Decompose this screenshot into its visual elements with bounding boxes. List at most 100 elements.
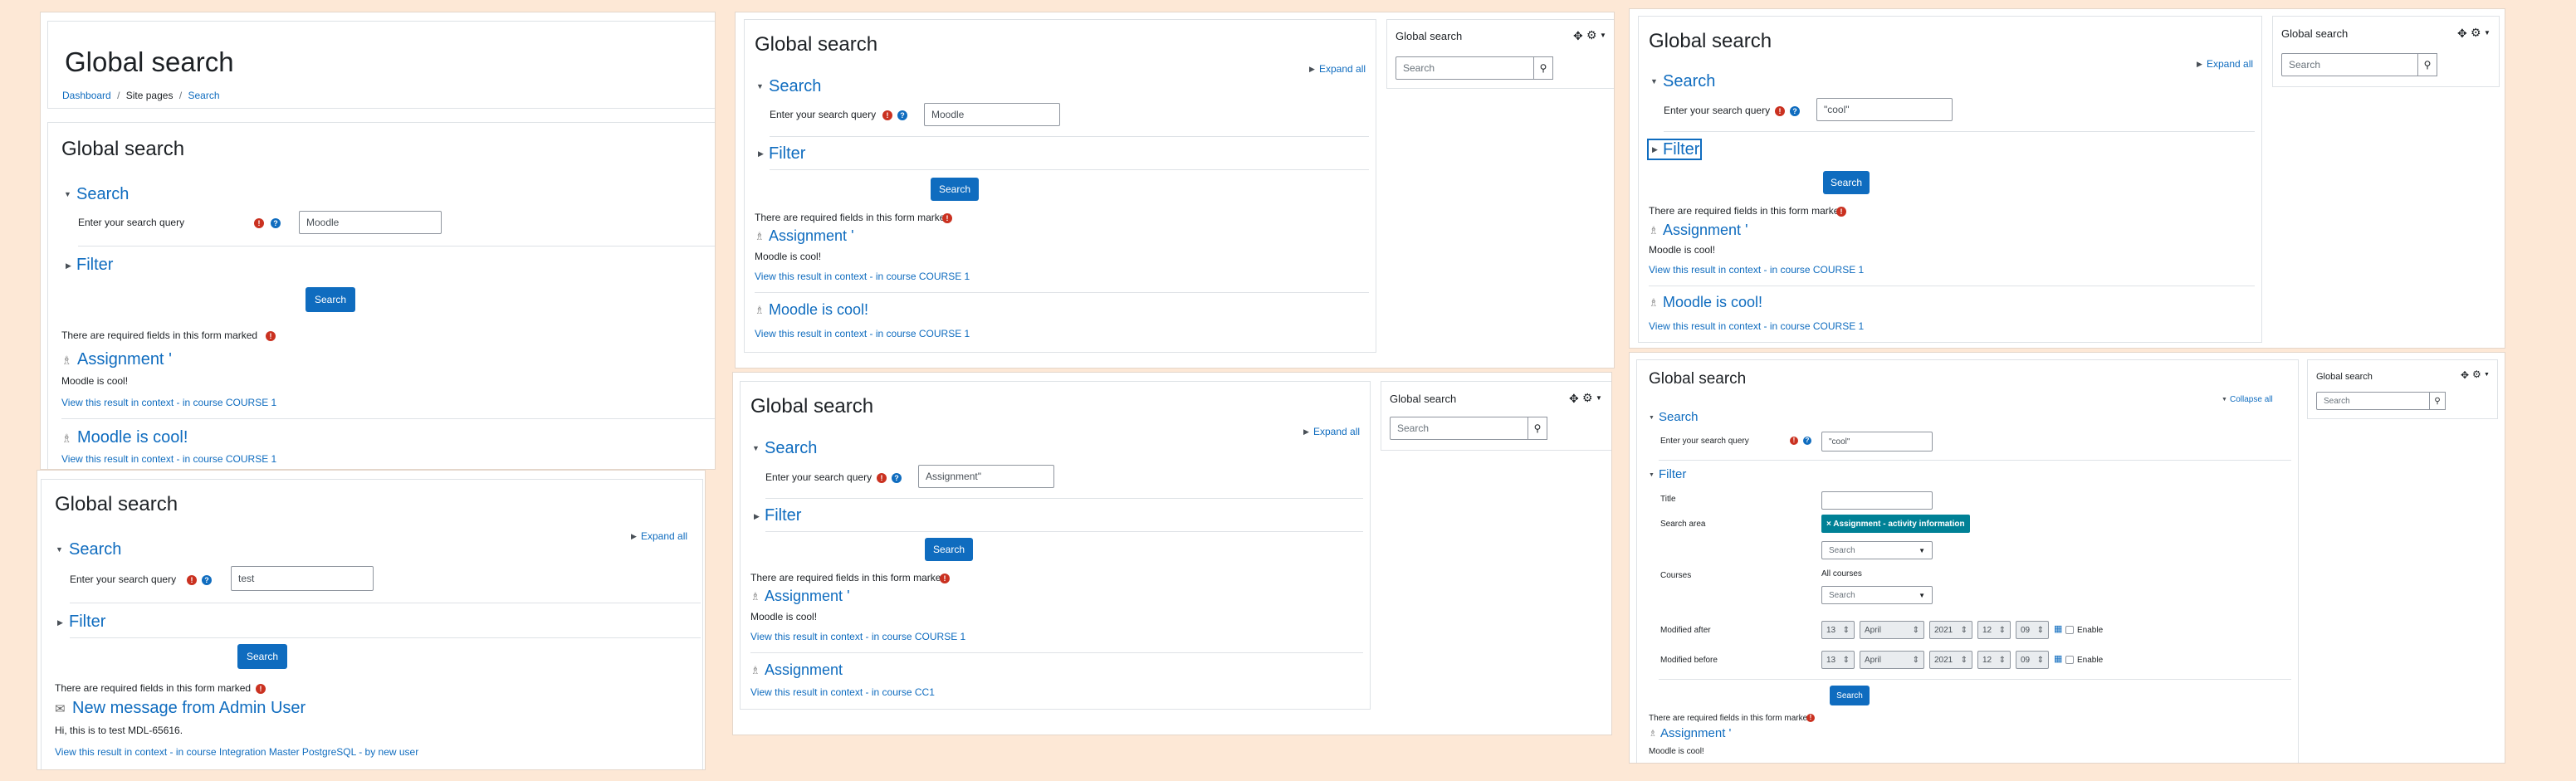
move-icon[interactable]: ✥ xyxy=(2461,369,2469,382)
question-icon[interactable]: ? xyxy=(1803,437,1811,445)
chevron-down-icon[interactable]: ▼ xyxy=(752,445,760,452)
before-hour-select[interactable]: 12 ⇕ xyxy=(1977,651,2011,669)
result-title-moodle-cool[interactable]: Moodle is cool! xyxy=(77,428,188,447)
breadcrumb-search[interactable]: Search xyxy=(188,90,220,101)
before-enable-checkbox[interactable] xyxy=(2065,656,2074,664)
gear-icon[interactable]: ⚙ xyxy=(2472,369,2481,381)
expand-all-link[interactable]: Expand all xyxy=(2207,58,2253,71)
search-section-toggle[interactable]: Search xyxy=(1663,72,1715,91)
result-link[interactable]: View this result in context - in course … xyxy=(61,397,276,409)
search-button[interactable]: Search xyxy=(1830,686,1870,705)
question-icon[interactable]: ? xyxy=(271,218,281,228)
result-title-assignment[interactable]: Assignment ' xyxy=(1663,222,1748,239)
search-icon[interactable]: ⚲ xyxy=(1533,56,1553,80)
after-year-select[interactable]: 2021 ⇕ xyxy=(1929,621,1972,639)
calendar-icon[interactable]: ▦ xyxy=(2054,624,2062,635)
expand-all-link[interactable]: Expand all xyxy=(641,530,687,543)
result-link[interactable]: View this result in context - in course … xyxy=(1649,264,1864,276)
after-enable-checkbox[interactable] xyxy=(2065,626,2074,634)
result-link[interactable]: View this result in context - in course … xyxy=(755,271,970,283)
gear-icon[interactable]: ⚙ xyxy=(2471,26,2481,39)
after-hour-select[interactable]: 12 ⇕ xyxy=(1977,621,2011,639)
chevron-down-icon[interactable]: ▼ xyxy=(1649,472,1655,478)
search-section-toggle[interactable]: Search xyxy=(69,540,121,559)
search-button[interactable]: Search xyxy=(306,287,355,312)
before-day-select[interactable]: 13 ⇕ xyxy=(1821,651,1855,669)
question-icon[interactable]: ? xyxy=(202,575,212,585)
search-section-toggle[interactable]: Search xyxy=(769,77,821,96)
result-title-assignment[interactable]: Assignment ' xyxy=(769,227,854,245)
search-query-input[interactable]: Moodle xyxy=(299,211,442,234)
question-icon[interactable]: ? xyxy=(897,110,907,120)
search-icon[interactable]: ⚲ xyxy=(2429,392,2446,410)
filter-section-toggle[interactable]: Filter xyxy=(765,506,801,525)
courses-select[interactable]: Search ▼ xyxy=(1821,586,1933,604)
after-minute-select[interactable]: 09 ⇕ xyxy=(2016,621,2049,639)
filter-section-toggle[interactable]: Filter xyxy=(769,144,805,164)
chevron-right-icon[interactable]: ▶ xyxy=(1652,146,1658,154)
filter-section-toggle[interactable]: Filter xyxy=(1663,140,1699,159)
chevron-down-icon[interactable]: ▼ xyxy=(64,191,71,198)
filter-section-toggle[interactable]: Filter xyxy=(76,256,113,275)
chevron-down-icon[interactable]: ▼ xyxy=(56,546,63,554)
before-minute-select[interactable]: 09 ⇕ xyxy=(2016,651,2049,669)
result-link[interactable]: View this result in context - in course … xyxy=(55,746,418,759)
title-input[interactable] xyxy=(1821,491,1933,510)
filter-section-toggle[interactable]: Filter xyxy=(69,613,105,632)
chevron-right-icon[interactable]: ▶ xyxy=(57,619,63,627)
search-area-select[interactable]: Search ▼ xyxy=(1821,541,1933,559)
expand-all-link[interactable]: Expand all xyxy=(1319,63,1366,76)
gear-icon[interactable]: ⚙ xyxy=(1582,391,1593,404)
search-section-toggle[interactable]: Search xyxy=(1659,410,1699,424)
result-link[interactable]: View this result in context - in course … xyxy=(750,631,965,643)
move-icon[interactable]: ✥ xyxy=(1573,29,1583,42)
chevron-down-icon[interactable]: ▼ xyxy=(1596,394,1602,402)
result-title-assignment-2[interactable]: Assignment xyxy=(765,661,843,679)
search-button[interactable]: Search xyxy=(925,538,973,561)
block-search-input[interactable]: Search xyxy=(1390,417,1529,440)
chevron-right-icon[interactable]: ▶ xyxy=(2197,61,2202,68)
search-icon[interactable]: ⚲ xyxy=(1528,417,1547,440)
after-day-select[interactable]: 13 ⇕ xyxy=(1821,621,1855,639)
result-title-moodle-cool[interactable]: Moodle is cool! xyxy=(769,301,868,319)
collapse-all-link[interactable]: Collapse all xyxy=(2230,395,2273,405)
result-title-assignment[interactable]: Assignment ' xyxy=(77,350,172,369)
search-button[interactable]: Search xyxy=(237,644,287,669)
search-icon[interactable]: ⚲ xyxy=(2417,53,2437,76)
gear-icon[interactable]: ⚙ xyxy=(1586,28,1597,41)
result-title-message[interactable]: New message from Admin User xyxy=(72,699,306,718)
search-area-tag[interactable]: × Assignment - activity information xyxy=(1821,515,1970,533)
block-search-input[interactable]: Search xyxy=(2281,53,2419,76)
block-search-input[interactable]: Search xyxy=(1396,56,1535,80)
chevron-down-icon[interactable]: ▼ xyxy=(1600,32,1606,39)
chevron-right-icon[interactable]: ▶ xyxy=(758,150,764,158)
move-icon[interactable]: ✥ xyxy=(1569,392,1579,405)
search-query-input[interactable]: "cool" xyxy=(1816,98,1953,121)
chevron-right-icon[interactable]: ▶ xyxy=(1303,428,1309,436)
before-year-select[interactable]: 2021 ⇕ xyxy=(1929,651,1972,669)
filter-section-toggle[interactable]: Filter xyxy=(1659,467,1686,481)
search-query-input[interactable]: Assignment" xyxy=(918,465,1054,488)
chevron-right-icon[interactable]: ▶ xyxy=(1309,66,1315,73)
result-link[interactable]: View this result in context - in course … xyxy=(1649,320,1864,333)
search-section-toggle[interactable]: Search xyxy=(765,439,817,458)
search-query-input[interactable]: test xyxy=(231,566,374,591)
chevron-right-icon[interactable]: ▶ xyxy=(66,262,71,270)
result-title-moodle-cool[interactable]: Moodle is cool! xyxy=(1663,294,1762,311)
chevron-right-icon[interactable]: ▶ xyxy=(754,513,760,520)
before-month-select[interactable]: April ⇕ xyxy=(1860,651,1924,669)
result-link[interactable]: View this result in context - in course … xyxy=(61,453,276,466)
result-title-assignment[interactable]: Assignment ' xyxy=(1660,726,1731,740)
chevron-down-icon[interactable]: ▼ xyxy=(756,83,764,90)
result-title-assignment[interactable]: Assignment ' xyxy=(765,588,850,605)
search-button[interactable]: Search xyxy=(931,178,979,201)
question-icon[interactable]: ? xyxy=(892,473,902,483)
search-query-input[interactable]: Moodle xyxy=(924,103,1060,126)
search-query-input[interactable]: "cool" xyxy=(1821,432,1933,452)
chevron-down-icon[interactable]: ▼ xyxy=(2484,29,2490,37)
search-section-toggle[interactable]: Search xyxy=(76,185,129,204)
search-button[interactable]: Search xyxy=(1823,171,1870,194)
after-month-select[interactable]: April ⇕ xyxy=(1860,621,1924,639)
block-search-input[interactable]: Search xyxy=(2316,392,2431,410)
chevron-down-icon[interactable]: ▼ xyxy=(2484,372,2490,378)
